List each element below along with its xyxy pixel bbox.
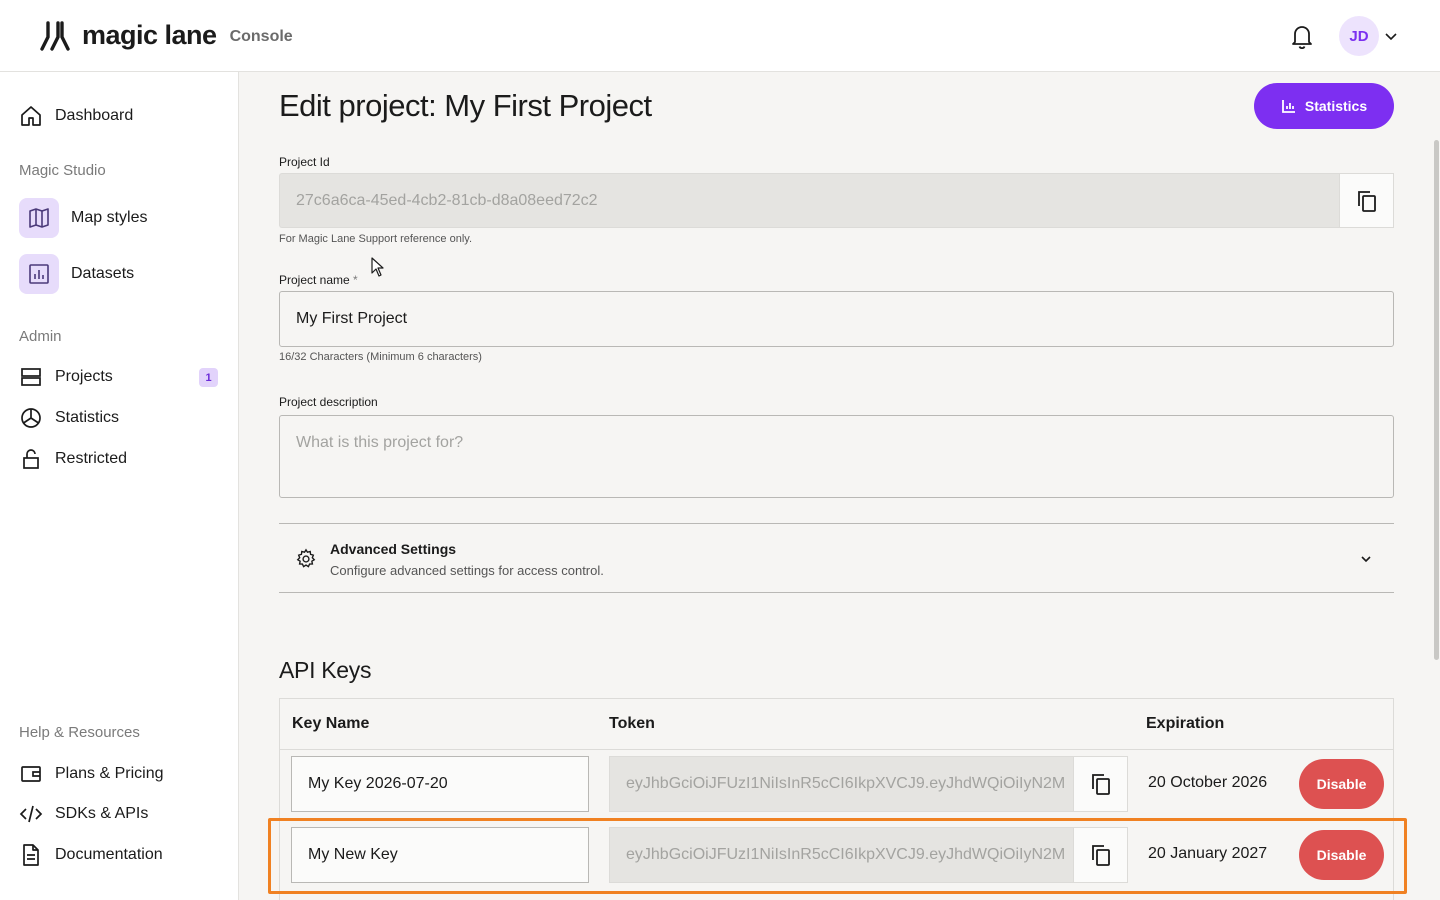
- sidebar: Dashboard Magic Studio Map styles Datase…: [0, 72, 239, 900]
- disable-key-button[interactable]: Disable: [1299, 830, 1384, 880]
- sidebar-item-projects[interactable]: Projects: [19, 365, 113, 389]
- home-icon: [21, 106, 41, 126]
- page-scrollbar[interactable]: [1434, 140, 1439, 660]
- sidebar-item-label: Statistics: [55, 409, 120, 426]
- column-header-expiration: Expiration: [1146, 715, 1225, 732]
- project-name-label: Project name *: [279, 273, 358, 287]
- copy-project-id-button[interactable]: [1339, 173, 1394, 228]
- project-id-label: Project Id: [279, 155, 330, 169]
- sidebar-item-map-styles[interactable]: Map styles: [19, 198, 147, 238]
- key-name-input[interactable]: [291, 756, 589, 812]
- projects-count-badge: 1: [199, 368, 218, 387]
- bar-chart-icon: [1281, 100, 1295, 113]
- sidebar-item-sdks-apis[interactable]: SDKs & APIs: [19, 802, 148, 826]
- sidebar-item-label: Map styles: [71, 209, 148, 226]
- token-field: eyJhbGciOiJFUzI1NiIsInR5cCI6IkpXVCJ9.eyJ…: [609, 756, 1074, 812]
- sidebar-item-label: Datasets: [71, 265, 135, 282]
- sidebar-item-datasets[interactable]: Datasets: [19, 254, 134, 294]
- api-keys-title: API Keys: [279, 657, 372, 683]
- sidebar-item-documentation[interactable]: Documentation: [19, 843, 163, 867]
- avatar[interactable]: JD: [1339, 16, 1379, 56]
- copy-icon: [1357, 190, 1376, 212]
- sidebar-section-help: Help & Resources: [19, 724, 140, 741]
- expiration-date: 20 January 2027: [1148, 845, 1268, 862]
- project-id-field: 27c6a6ca-45ed-4cb2-81cb-d8a08eed72c2: [279, 173, 1339, 228]
- map-icon: [29, 208, 49, 228]
- sidebar-section-admin: Admin: [19, 328, 62, 345]
- advanced-settings-subtitle: Configure advanced settings for access c…: [330, 563, 604, 578]
- project-name-input[interactable]: [279, 291, 1394, 347]
- chevron-down-icon[interactable]: [1384, 29, 1398, 43]
- logo[interactable]: magic lane Console: [40, 20, 293, 51]
- document-icon: [23, 844, 39, 866]
- bell-icon[interactable]: [1290, 23, 1314, 49]
- sidebar-item-label: Restricted: [55, 450, 128, 467]
- copy-token-button[interactable]: [1073, 827, 1128, 883]
- gear-icon: [296, 548, 316, 568]
- column-header-token: Token: [609, 715, 655, 732]
- product-name: Console: [229, 28, 293, 45]
- sidebar-item-statistics[interactable]: Statistics: [19, 406, 119, 430]
- copy-icon: [1091, 845, 1110, 866]
- expiration-date: 20 October 2026: [1148, 774, 1268, 791]
- copy-token-button[interactable]: [1073, 756, 1128, 812]
- code-icon: [19, 805, 43, 823]
- sidebar-item-dashboard[interactable]: Dashboard: [19, 104, 133, 128]
- column-header-key-name: Key Name: [292, 715, 370, 732]
- server-icon: [21, 368, 41, 386]
- sidebar-item-label: SDKs & APIs: [55, 805, 149, 822]
- top-bar: magic lane Console JD: [0, 0, 1440, 72]
- token-field: eyJhbGciOiJFUzI1NiIsInR5cCI6IkpXVCJ9.eyJ…: [609, 827, 1074, 883]
- copy-icon: [1091, 774, 1110, 795]
- project-id-help: For Magic Lane Support reference only.: [279, 233, 473, 245]
- advanced-settings-accordion[interactable]: Advanced Settings Configure advanced set…: [279, 523, 1394, 593]
- api-keys-table: Key Name Token Expiration eyJhbGciOiJFUz…: [279, 698, 1394, 900]
- project-name-label-text: Project name: [279, 273, 350, 287]
- statistics-button-label: Statistics: [1304, 98, 1368, 114]
- wallet-icon: [21, 766, 41, 782]
- sidebar-item-label: Documentation: [55, 846, 163, 863]
- header-divider: [280, 749, 1393, 750]
- sidebar-item-label: Dashboard: [55, 107, 134, 124]
- project-description-label: Project description: [279, 395, 378, 409]
- mouse-cursor-icon: [371, 257, 384, 277]
- brand-name: magic lane: [82, 20, 217, 50]
- project-description-input[interactable]: [279, 415, 1394, 498]
- unlock-icon: [23, 449, 39, 469]
- advanced-settings-title: Advanced Settings: [330, 541, 457, 557]
- sidebar-section-magic-studio: Magic Studio: [19, 162, 106, 179]
- sidebar-item-plans-pricing[interactable]: Plans & Pricing: [19, 762, 164, 786]
- statistics-button[interactable]: Statistics: [1254, 83, 1394, 129]
- sidebar-item-label: Projects: [55, 368, 113, 385]
- pie-chart-icon: [21, 408, 41, 428]
- project-name-help: 16/32 Characters (Minimum 6 characters): [279, 351, 482, 363]
- chevron-down-icon: [1361, 556, 1371, 563]
- dataset-chart-icon: [29, 264, 49, 284]
- disable-key-button[interactable]: Disable: [1299, 759, 1384, 809]
- required-mark: *: [353, 273, 358, 287]
- magic-lane-logo-icon: [40, 20, 70, 51]
- sidebar-item-label: Plans & Pricing: [55, 765, 164, 782]
- map-styles-tile: [19, 198, 59, 238]
- sidebar-item-restricted[interactable]: Restricted: [19, 447, 127, 471]
- page-title: Edit project: My First Project: [279, 88, 652, 123]
- datasets-tile: [19, 254, 59, 294]
- key-name-input[interactable]: [291, 827, 589, 883]
